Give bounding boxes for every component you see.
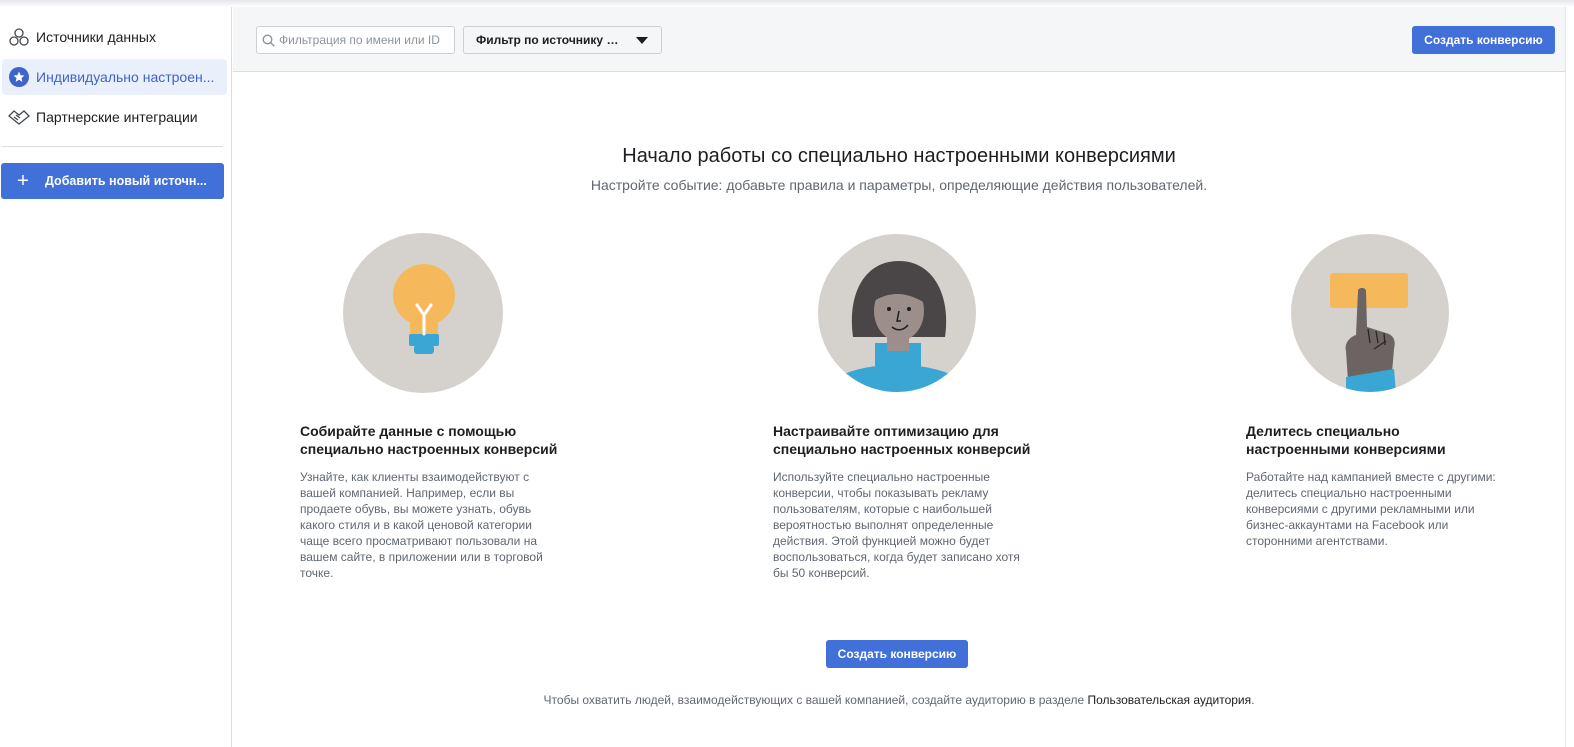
sidebar-item-label: Индивидуально настроен... — [36, 69, 215, 85]
source-filter-label: Фильтр по источнику д... — [476, 33, 624, 47]
scrollbar[interactable] — [1565, 7, 1574, 747]
page-title: Начало работы со специально настроенными… — [622, 145, 1176, 167]
custom-audience-link[interactable]: Пользовательская аудитория — [1087, 693, 1251, 707]
footer-note: Чтобы охватить людей, взаимодействующих … — [233, 693, 1565, 707]
search-input[interactable] — [279, 33, 449, 47]
data-sources-icon — [2, 27, 36, 47]
sidebar-item-partner-integrations[interactable]: Партнерские интеграции — [2, 99, 227, 135]
card-text: Узнайте, как клиенты взаимодействуют с в… — [300, 470, 543, 580]
partner-integrations-icon — [2, 107, 36, 127]
card-title: Настраивайте оптимизацию для специально … — [773, 423, 1031, 457]
search-icon — [257, 33, 279, 47]
caret-down-icon — [636, 37, 648, 44]
hand-pointing-illustration — [1290, 233, 1450, 393]
person-illustration — [817, 233, 977, 393]
create-conversion-button-top[interactable]: Создать конверсию — [1412, 26, 1555, 54]
page-subtitle: Настройте событие: добавьте правила и па… — [590, 177, 1208, 193]
top-shadow — [0, 0, 1574, 7]
add-new-source-button[interactable]: + Добавить новый источн... — [1, 163, 224, 199]
footer-text: Чтобы охватить людей, взаимодействующих … — [543, 693, 1088, 707]
card-title: Делитесь специально настроенными конверс… — [1246, 423, 1446, 457]
sidebar-item-label: Партнерские интеграции — [36, 109, 198, 125]
search-box[interactable] — [256, 26, 455, 54]
card-text: Используйте специально настроенные конве… — [773, 470, 1020, 580]
lightbulb-illustration — [343, 233, 503, 393]
card-title: Собирайте данные с помощью специально на… — [300, 423, 558, 457]
custom-conversions-icon — [2, 67, 36, 87]
sidebar-item-label: Источники данных — [36, 29, 156, 45]
sidebar: Источники данных Индивидуально настроен.… — [0, 7, 232, 747]
card-text: Работайте над кампанией вместе с другими… — [1246, 470, 1496, 548]
sidebar-item-custom-conversions[interactable]: Индивидуально настроен... — [2, 59, 227, 95]
footer-end: . — [1251, 693, 1255, 707]
add-new-source-label: Добавить новый источн... — [45, 174, 207, 188]
plus-icon: + — [17, 170, 29, 192]
toolbar: Фильтр по источнику д... Создать конверс… — [233, 7, 1565, 72]
sidebar-item-data-sources[interactable]: Источники данных — [2, 19, 227, 55]
source-filter-dropdown[interactable]: Фильтр по источнику д... — [463, 26, 662, 54]
sidebar-divider — [2, 146, 223, 147]
create-conversion-button[interactable]: Создать конверсию — [826, 640, 968, 668]
